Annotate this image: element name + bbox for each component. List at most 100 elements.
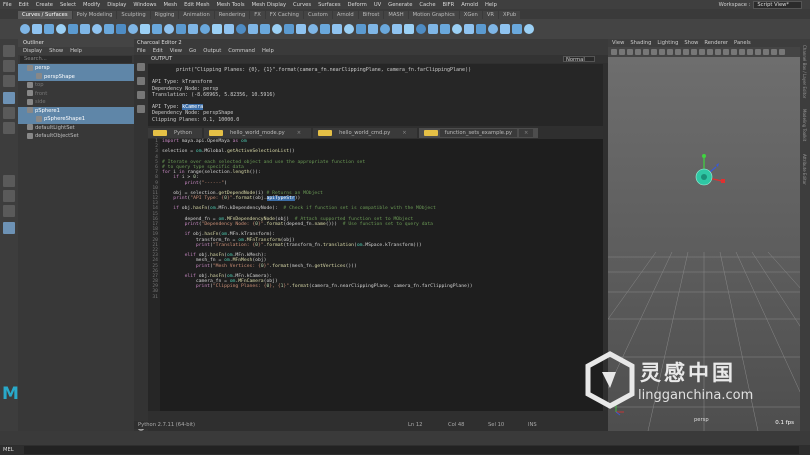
viewport-tool-icon[interactable]	[771, 49, 777, 55]
viewport-tool-icon[interactable]	[707, 49, 713, 55]
shelf-tool-icon[interactable]	[512, 24, 522, 34]
viewport-tool-icon[interactable]	[731, 49, 737, 55]
editor-menu-go[interactable]: Go	[189, 48, 196, 54]
shelf-tool-icon[interactable]	[152, 24, 162, 34]
close-tab-icon[interactable]: ×	[519, 129, 534, 137]
shelf-tool-icon[interactable]	[56, 24, 66, 34]
clear-output-icon[interactable]	[137, 105, 145, 113]
editor-menu-help[interactable]: Help	[262, 48, 274, 54]
viewport-tool-icon[interactable]	[627, 49, 633, 55]
shelf-tool-icon[interactable]	[452, 24, 462, 34]
shelf-tool-icon[interactable]	[20, 24, 30, 34]
mel-input[interactable]	[24, 446, 799, 454]
shelf-tool-icon[interactable]	[368, 24, 378, 34]
viewport-tool-icon[interactable]	[651, 49, 657, 55]
output-pane[interactable]: print("Clipping Planes: {0}, {1}".format…	[148, 64, 603, 126]
shelf-tool-icon[interactable]	[188, 24, 198, 34]
four-view-icon[interactable]	[3, 190, 15, 202]
viewport-tool-icon[interactable]	[659, 49, 665, 55]
shelf-tool-icon[interactable]	[440, 24, 450, 34]
output-mode-select[interactable]: Normal	[563, 56, 595, 63]
menu-item-help[interactable]: Help	[485, 2, 497, 8]
save-file-icon[interactable]	[137, 91, 145, 99]
paint-select-icon[interactable]	[3, 75, 15, 87]
shelf-tool-icon[interactable]	[212, 24, 222, 34]
viewport-tool-icon[interactable]	[699, 49, 705, 55]
shelf-tab-fx[interactable]: FX	[250, 11, 265, 19]
shelf-tool-icon[interactable]	[200, 24, 210, 34]
close-tab-icon[interactable]: ×	[291, 129, 307, 137]
menu-item-windows[interactable]: Windows	[133, 2, 156, 8]
viewport-tool-icon[interactable]	[755, 49, 761, 55]
menu-item-mesh[interactable]: Mesh	[163, 2, 177, 8]
shelf-tool-icon[interactable]	[32, 24, 42, 34]
shelf-tool-icon[interactable]	[80, 24, 90, 34]
shelf-tool-icon[interactable]	[236, 24, 246, 34]
shelf-tab-xgen[interactable]: XGen	[459, 11, 482, 19]
shelf-tab-rigging[interactable]: Rigging	[150, 11, 179, 19]
select-tool-icon[interactable]	[3, 45, 15, 57]
shelf-tool-icon[interactable]	[356, 24, 366, 34]
menu-item-file[interactable]: File	[3, 2, 12, 8]
menu-item-modify[interactable]: Modify	[83, 2, 100, 8]
outliner-item[interactable]: pSphere1	[18, 106, 134, 115]
menu-item-deform[interactable]: Deform	[348, 2, 367, 8]
viewport-tool-icon[interactable]	[691, 49, 697, 55]
outliner-item[interactable]: pSphereShape1	[18, 115, 134, 124]
shelf-tool-icon[interactable]	[392, 24, 402, 34]
outliner-item[interactable]: top	[18, 81, 134, 90]
editor-tab[interactable]: function_sets_example.py ×	[418, 128, 539, 138]
shelf-tab-xpub[interactable]: XPub	[498, 11, 521, 19]
new-file-icon[interactable]	[137, 63, 145, 71]
shelf-tool-icon[interactable]	[500, 24, 510, 34]
editor-tab[interactable]: Python	[148, 128, 202, 138]
editor-menu-edit[interactable]: Edit	[153, 48, 163, 54]
shelf-tool-icon[interactable]	[380, 24, 390, 34]
viewport-tool-icon[interactable]	[715, 49, 721, 55]
close-tab-icon[interactable]: ×	[397, 129, 412, 137]
viewport-tool-icon[interactable]	[667, 49, 673, 55]
viewport-tool-icon[interactable]	[675, 49, 681, 55]
shelf-tab-vr[interactable]: VR	[482, 11, 498, 19]
attribute-editor-tab[interactable]: Attribute Editor	[802, 154, 807, 185]
editor-menu-file[interactable]: File	[137, 48, 146, 54]
scale-tool-icon[interactable]	[3, 122, 15, 134]
shelf-tool-icon[interactable]	[464, 24, 474, 34]
shelf-tool-icon[interactable]	[332, 24, 342, 34]
editor-menu-view[interactable]: View	[170, 48, 182, 54]
shelf-tool-icon[interactable]	[416, 24, 426, 34]
viewport-menu-shading[interactable]: Shading	[630, 40, 651, 46]
open-file-icon[interactable]	[137, 77, 145, 85]
shelf-tab-custom[interactable]: Custom	[303, 11, 332, 19]
viewport-tool-icon[interactable]	[779, 49, 785, 55]
outliner-layout-icon[interactable]	[3, 205, 15, 217]
menu-item-generate[interactable]: Generate	[388, 2, 412, 8]
script-layout-icon[interactable]	[3, 222, 15, 234]
viewport-menu-show[interactable]: Show	[684, 40, 698, 46]
outliner-menu-help[interactable]: Help	[70, 47, 82, 55]
shelf-tool-icon[interactable]	[488, 24, 498, 34]
viewport-tool-icon[interactable]	[611, 49, 617, 55]
shelf-tool-icon[interactable]	[128, 24, 138, 34]
menu-item-create[interactable]: Create	[36, 2, 53, 8]
shelf-tab-rendering[interactable]: Rendering	[214, 11, 250, 19]
shelf-tool-icon[interactable]	[92, 24, 102, 34]
move-tool-icon[interactable]	[3, 92, 15, 104]
menu-item-display[interactable]: Display	[107, 2, 126, 8]
shelf-tab-animation[interactable]: Animation	[179, 11, 214, 19]
shelf-tool-icon[interactable]	[404, 24, 414, 34]
outliner-item[interactable]: defaultObjectSet	[18, 132, 134, 141]
shelf-tool-icon[interactable]	[164, 24, 174, 34]
shelf-tool-icon[interactable]	[296, 24, 306, 34]
menu-item-uv[interactable]: UV	[374, 2, 381, 8]
shelf-tool-icon[interactable]	[260, 24, 270, 34]
shelf-tab-mash[interactable]: MASH	[384, 11, 408, 19]
viewport-tool-icon[interactable]	[683, 49, 689, 55]
shelf-tool-icon[interactable]	[476, 24, 486, 34]
outliner-item[interactable]: perspShape	[18, 72, 134, 81]
viewport-tool-icon[interactable]	[635, 49, 641, 55]
outliner-item[interactable]: persp	[18, 64, 134, 73]
menu-item-cache[interactable]: Cache	[419, 2, 435, 8]
outliner-item[interactable]: front	[18, 90, 134, 99]
mel-label[interactable]: MEL	[3, 446, 14, 454]
